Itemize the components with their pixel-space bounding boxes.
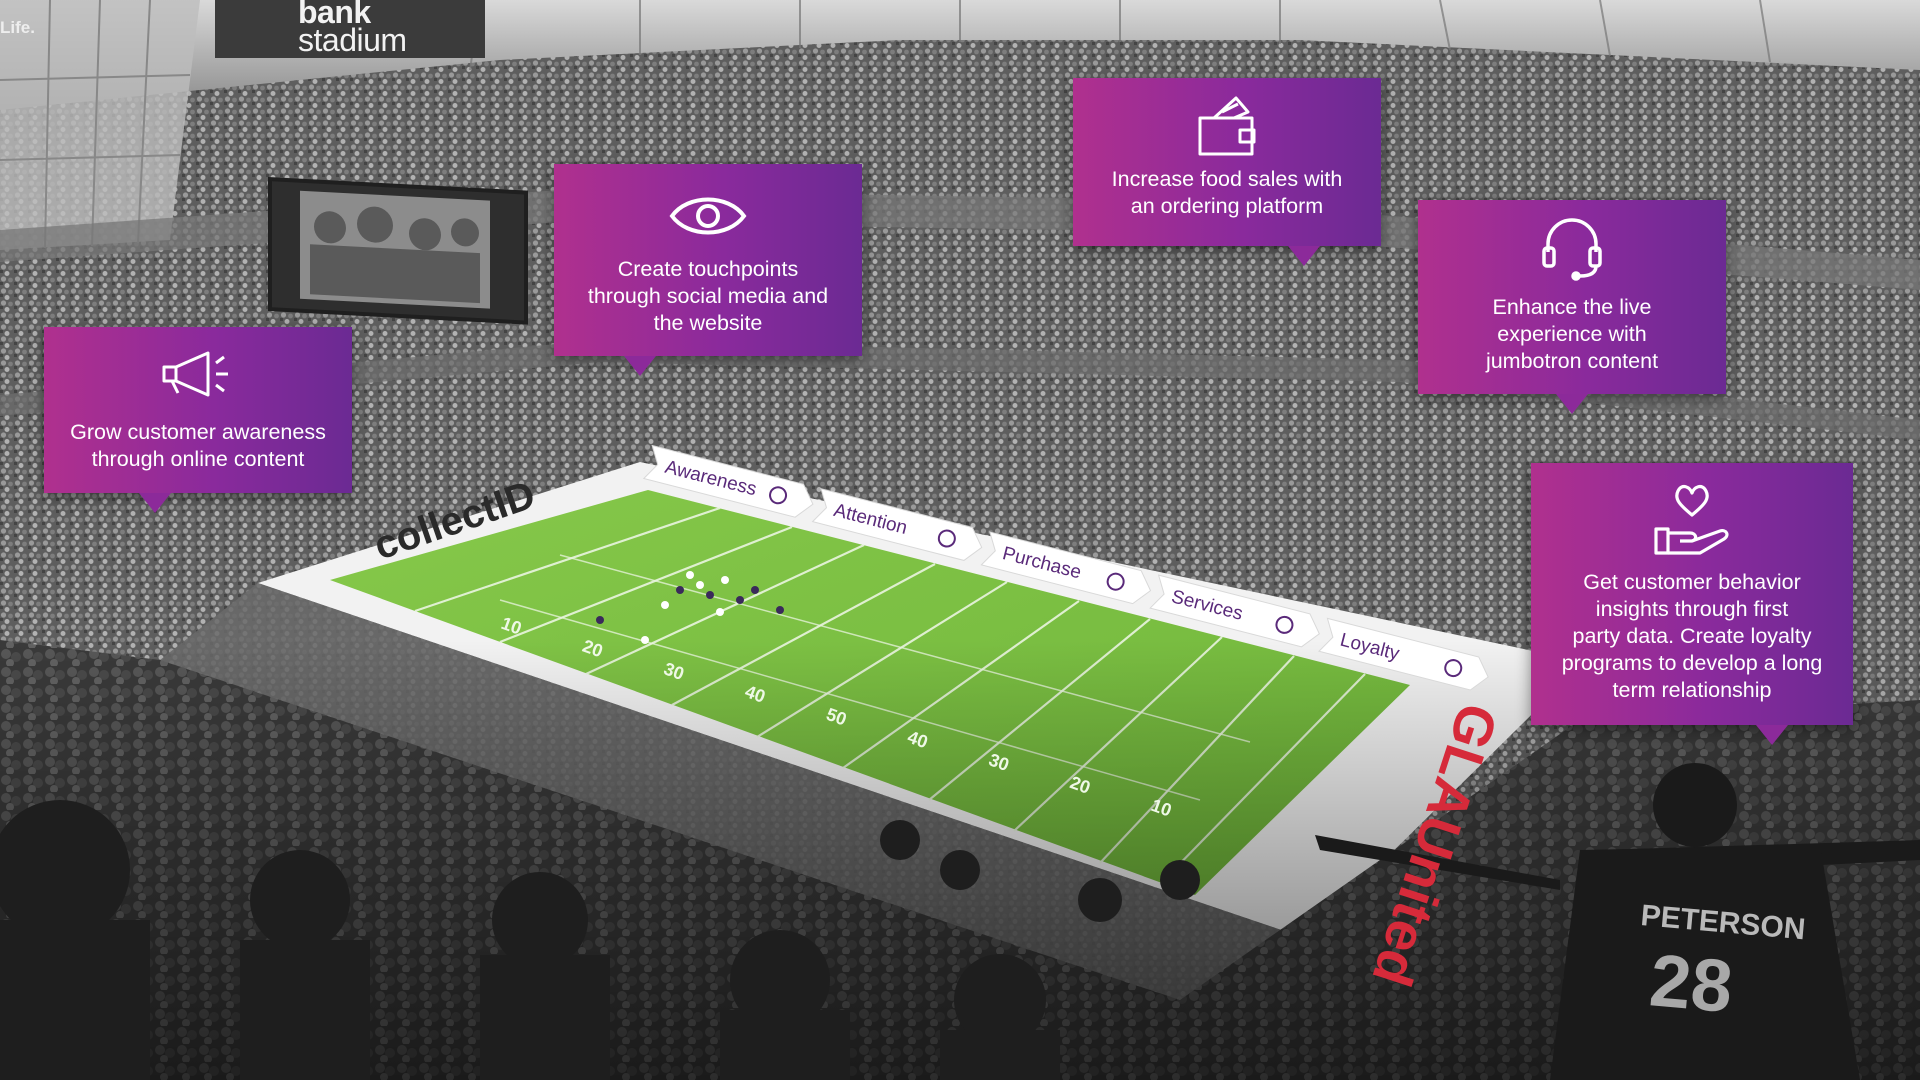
callout-services-text: Enhance the live experience with jumbotr… — [1485, 295, 1659, 373]
eye-icon — [669, 197, 747, 235]
megaphone-icon — [162, 351, 228, 397]
callout-purchase: Increase food sales with an ordering pla… — [1073, 78, 1381, 266]
stadium-sign: bank stadium — [298, 0, 407, 58]
heart-hand-icon — [1654, 484, 1729, 555]
wallet-icon — [1198, 96, 1256, 156]
headset-icon — [1542, 218, 1602, 281]
jersey-number: 28 — [1647, 938, 1736, 1028]
callout-purchase-text: Increase food sales with an ordering pla… — [1111, 167, 1343, 218]
callout-services: Enhance the live experience with jumbotr… — [1418, 200, 1726, 414]
callout-loyalty: Get customer behavior insights through f… — [1531, 463, 1853, 745]
stadium-sign-bottom: stadium — [298, 22, 407, 58]
callout-awareness: Grow customer awareness through online c… — [44, 327, 352, 513]
callout-loyalty-text: Get customer behavior insights through f… — [1561, 570, 1823, 702]
callout-awareness-text: Grow customer awareness through online c… — [70, 420, 326, 471]
corner-sign-text: Life. — [0, 18, 35, 37]
callout-attention: Create touchpoints through social media … — [554, 164, 862, 376]
callout-attention-text: Create touchpoints through social media … — [587, 257, 829, 335]
